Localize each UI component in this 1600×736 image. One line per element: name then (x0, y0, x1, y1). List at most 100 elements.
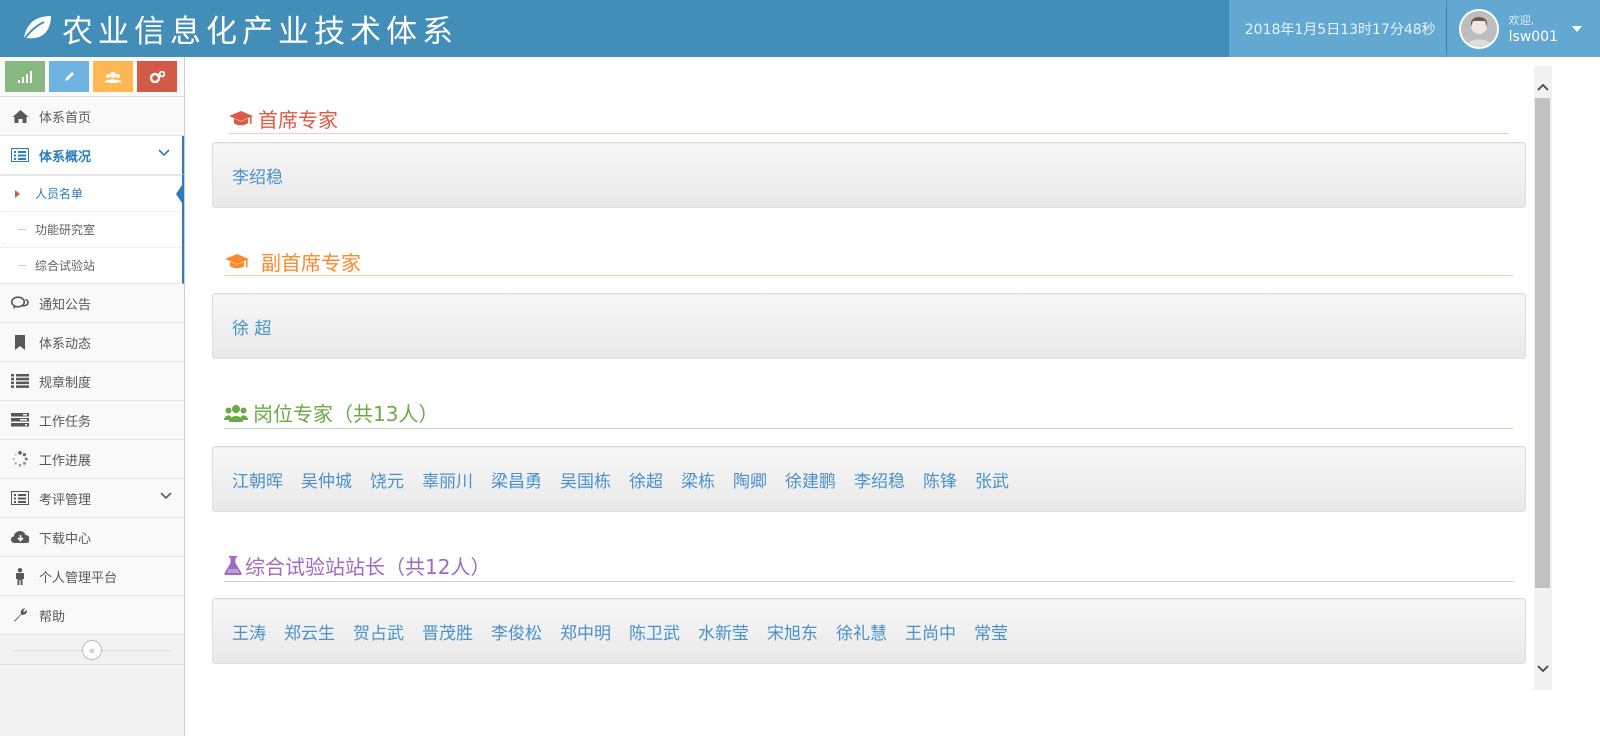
person-link[interactable]: 王涛 (232, 619, 266, 644)
leaf-icon (22, 16, 51, 42)
person-link[interactable]: 陈卫武 (629, 619, 680, 644)
person-link[interactable]: 李俊松 (491, 619, 542, 644)
content-scrollbar[interactable] (1534, 66, 1552, 690)
chevron-down-icon (158, 149, 170, 157)
person-link[interactable]: 饶元 (370, 467, 404, 492)
cloud-download-icon (11, 528, 29, 546)
flask-icon (224, 556, 242, 575)
section-deputy-chief-header: 副首席专家 (224, 247, 361, 276)
person-link[interactable]: 郑中明 (560, 619, 611, 644)
sidebar-item-stations[interactable]: 综合试验站 (0, 247, 182, 283)
person-link[interactable]: 王尚中 (905, 619, 956, 644)
list-icon (11, 372, 29, 390)
person-link[interactable]: 吴国栋 (560, 467, 611, 492)
sidebar-item-help[interactable]: 帮助 (0, 596, 184, 635)
post-experts-well: 江朝晖 吴仲城 饶元 辜丽川 梁昌勇 吴国栋 徐超 梁栋 陶卿 徐建鹏 李绍稳 … (212, 446, 1526, 512)
name-list: 王涛 郑云生 贺占武 晋茂胜 李俊松 郑中明 陈卫武 水新莹 宋旭东 徐礼慧 王… (232, 619, 1008, 644)
person-link[interactable]: 徐建鹏 (785, 467, 836, 492)
sidebar-item-home[interactable]: 体系首页 (0, 97, 184, 136)
person-link[interactable]: 吴仲城 (301, 467, 352, 492)
person-link[interactable]: 江朝晖 (232, 467, 283, 492)
sidebar-item-tasks[interactable]: 工作任务 (0, 401, 184, 440)
tree-dash (18, 265, 26, 266)
person-link[interactable]: 李绍稳 (854, 467, 905, 492)
sidebar-subitem-label: 功能研究室 (35, 223, 96, 237)
username: lsw001 (1508, 28, 1558, 45)
shortcut-users-button[interactable] (93, 61, 133, 92)
tasks-icon (11, 411, 29, 429)
section-station-heads-header: 综合试验站站长（共12人） (224, 551, 490, 580)
person-link[interactable]: 辜丽川 (422, 467, 473, 492)
section-title: 副首席专家 (261, 251, 361, 275)
sidebar: 体系首页 体系概况 人员名单 功能研究室 综合试验站 通知公告 体系动态 规章制… (0, 57, 185, 736)
sidebar-item-rules[interactable]: 规章制度 (0, 362, 184, 401)
comments-icon (11, 294, 29, 312)
app-title: 农业信息化产业技术体系 (62, 13, 458, 50)
person-link[interactable]: 郑云生 (284, 619, 335, 644)
station-heads-well: 王涛 郑云生 贺占武 晋茂胜 李俊松 郑中明 陈卫武 水新莹 宋旭东 徐礼慧 王… (212, 598, 1526, 664)
wrench-icon (11, 606, 29, 624)
shortcut-signal-button[interactable] (5, 61, 45, 92)
spinner-icon (11, 450, 29, 468)
users-icon (105, 71, 121, 83)
caret-down-icon[interactable] (1572, 25, 1582, 32)
sidebar-item-labs[interactable]: 功能研究室 (0, 211, 182, 247)
person-link[interactable]: 梁昌勇 (491, 467, 542, 492)
sidebar-item-evaluation[interactable]: 考评管理 (0, 479, 184, 518)
sidebar-shortcuts (0, 57, 184, 97)
person-link[interactable]: 晋茂胜 (422, 619, 473, 644)
person-link[interactable]: 宋旭东 (767, 619, 818, 644)
scroll-down-arrow-icon[interactable] (1534, 660, 1552, 678)
current-datetime: 2018年1月5日13时17分48秒 (1228, 0, 1446, 57)
list-alt-icon (11, 146, 29, 164)
scroll-up-arrow-icon[interactable] (1534, 78, 1552, 96)
sidebar-item-label: 个人管理平台 (39, 570, 118, 586)
sidebar-item-label: 体系概况 (39, 149, 92, 165)
signal-icon (18, 70, 32, 83)
section-post-experts-header: 岗位专家（共13人） (224, 398, 438, 427)
sidebar-item-news[interactable]: 体系动态 (0, 323, 184, 362)
sidebar-item-label: 体系首页 (39, 110, 92, 126)
person-link[interactable]: 徐 超 (232, 314, 271, 339)
person-link[interactable]: 李绍稳 (232, 163, 283, 188)
shortcut-cogs-button[interactable] (137, 61, 177, 92)
person-link[interactable]: 张武 (975, 467, 1009, 492)
sidebar-item-downloads[interactable]: 下载中心 (0, 518, 184, 557)
scroll-thumb[interactable] (1535, 98, 1550, 588)
person-link[interactable]: 贺占武 (353, 619, 404, 644)
sidebar-item-progress[interactable]: 工作进展 (0, 440, 184, 479)
pencil-icon (64, 72, 74, 81)
sidebar-subitem-label: 综合试验站 (35, 259, 96, 273)
sidebar-item-overview[interactable]: 体系概况 (0, 136, 184, 175)
chevron-down-icon (160, 492, 172, 500)
sidebar-item-notices[interactable]: 通知公告 (0, 284, 184, 323)
section-title: 综合试验站站长（共12人） (245, 555, 491, 579)
person-link[interactable]: 徐礼慧 (836, 619, 887, 644)
graduation-cap-icon (225, 253, 249, 268)
section-divider (224, 428, 1514, 429)
brand[interactable]: 农业信息化产业技术体系 (20, 6, 458, 50)
person-link[interactable]: 陶卿 (733, 467, 767, 492)
user-menu[interactable]: 欢迎, lsw001 (1446, 0, 1600, 57)
double-angle-left-icon[interactable]: « (82, 640, 102, 660)
sidebar-item-label: 规章制度 (39, 375, 92, 391)
person-link[interactable]: 常莹 (974, 619, 1008, 644)
users-icon (224, 404, 248, 422)
cogs-icon (149, 70, 165, 83)
shortcut-pencil-button[interactable] (49, 61, 89, 92)
person-link[interactable]: 陈锋 (923, 467, 957, 492)
section-title: 首席专家 (258, 108, 338, 132)
person-link[interactable]: 梁栋 (681, 467, 715, 492)
person-link[interactable]: 水新莹 (698, 619, 749, 644)
graduation-cap-icon (229, 110, 253, 125)
caret-right-icon (15, 190, 20, 198)
sidebar-item-label: 考评管理 (39, 492, 92, 508)
sidebar-item-staff-list[interactable]: 人员名单 (0, 175, 184, 211)
section-divider (224, 581, 1514, 582)
person-link[interactable]: 徐超 (629, 467, 663, 492)
sidebar-item-personal[interactable]: 个人管理平台 (0, 557, 184, 596)
sidebar-subitem-label: 人员名单 (35, 187, 84, 201)
deputy-chief-well: 徐 超 (212, 293, 1526, 359)
name-list: 徐 超 (232, 314, 271, 339)
user-photo-icon (1460, 10, 1497, 47)
